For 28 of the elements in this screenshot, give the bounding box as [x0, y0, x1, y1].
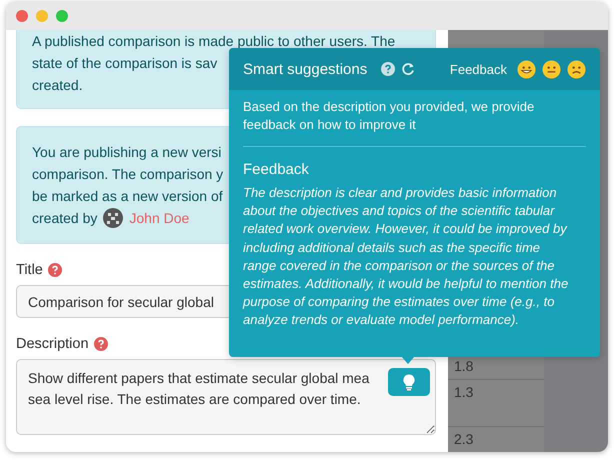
notice-text: comparison. The comparison y — [32, 165, 224, 184]
help-icon[interactable] — [48, 263, 62, 277]
field-label: Title — [16, 262, 43, 278]
help-icon[interactable] — [381, 62, 396, 76]
feedback-label: Feedback — [450, 62, 507, 76]
grinning-emoji-icon[interactable] — [517, 60, 536, 78]
notice-text: state of the comparison is sav — [32, 54, 218, 73]
notice-text: be marked as a new version of — [32, 187, 223, 206]
notice-text: You are publishing a new versi — [32, 143, 222, 162]
feedback-heading: Feedback — [243, 161, 310, 178]
description-field[interactable]: Show different papers that estimate secular global mea sea level rise. The estimates are compared over time. — [16, 359, 436, 435]
neutral-emoji-icon[interactable] — [542, 60, 561, 78]
intro-text: Based on the description you provided, we provide feedback on how to improve it — [243, 98, 586, 147]
notice-text: created. — [32, 76, 83, 95]
avatar-icon — [103, 208, 124, 228]
frowning-emoji-icon[interactable] — [567, 60, 586, 78]
table-cell: 2.3 — [448, 426, 544, 452]
notice-text: created by — [32, 209, 98, 228]
table-cell: 1.3 — [448, 379, 544, 426]
lightbulb-icon — [403, 374, 415, 390]
zoom-icon[interactable] — [56, 10, 68, 22]
notice-text: A published comparison is made public to other users. The — [32, 32, 396, 51]
field-label: Description — [16, 336, 89, 352]
close-icon[interactable] — [16, 10, 28, 22]
help-icon[interactable] — [94, 337, 108, 351]
lightbulb-button[interactable] — [388, 368, 430, 396]
popover-title: Smart suggestions — [243, 60, 368, 78]
refresh-icon[interactable] — [401, 62, 416, 76]
